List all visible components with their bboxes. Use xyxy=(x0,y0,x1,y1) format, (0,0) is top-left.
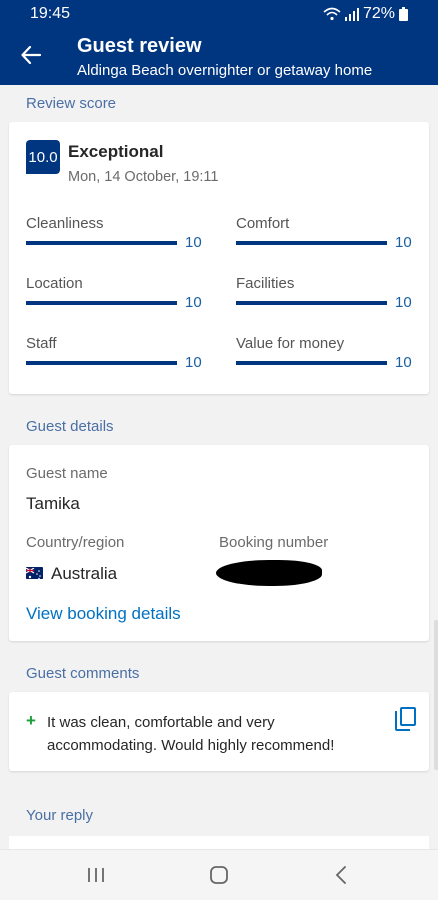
score-badge: 10.0 xyxy=(26,140,60,174)
home-button[interactable] xyxy=(204,863,234,887)
signal-icon xyxy=(344,7,359,21)
your-reply-heading: Your reply xyxy=(26,807,93,824)
metric-value: 10 xyxy=(185,294,202,311)
edge-panel-handle[interactable] xyxy=(434,620,438,770)
property-name: Aldinga Beach overnighter or getaway hom… xyxy=(77,62,373,79)
metric-fill xyxy=(236,301,387,305)
metric-label: Cleanliness xyxy=(26,215,104,232)
system-back-button[interactable] xyxy=(326,863,356,887)
metric-fill xyxy=(26,301,177,305)
redacted-booking-number xyxy=(216,560,322,586)
positive-comment: It was clean, comfortable and very accom… xyxy=(47,714,335,754)
guest-details-heading: Guest details xyxy=(26,418,114,435)
guest-country: Australia xyxy=(51,564,118,583)
status-indicators: 72% xyxy=(323,5,408,23)
review-date: Mon, 14 October, 19:11 xyxy=(68,169,219,185)
back-button[interactable] xyxy=(16,40,46,70)
status-time: 19:45 xyxy=(30,5,71,22)
metric-label: Location xyxy=(26,275,83,292)
reply-card[interactable] xyxy=(9,836,429,850)
metric-fill xyxy=(26,241,177,245)
plus-icon: + xyxy=(26,711,36,730)
system-nav-bar xyxy=(0,849,438,900)
metric-value: 10 xyxy=(185,354,202,371)
battery-percent: 72% xyxy=(362,5,395,22)
metric-value: 10 xyxy=(185,234,202,251)
copy-button[interactable] xyxy=(394,706,418,732)
metric-label: Value for money xyxy=(236,335,345,352)
metric-label: Facilities xyxy=(236,275,295,292)
copy-icon xyxy=(395,707,416,731)
recent-apps-button[interactable] xyxy=(81,863,111,887)
recent-apps-icon xyxy=(88,868,104,882)
metric-bar xyxy=(26,361,177,365)
guest-details-card: Guest name Tamika Country/region Austral… xyxy=(9,445,429,641)
home-icon xyxy=(210,866,228,884)
wifi-icon xyxy=(323,7,341,21)
rating-word: Exceptional xyxy=(68,142,164,161)
page-title: Guest review xyxy=(77,35,202,57)
metric-bar xyxy=(236,361,387,365)
guest-comments-heading: Guest comments xyxy=(26,665,140,682)
guest-comments-card: + It was clean, comfortable and very acc… xyxy=(9,692,429,771)
metric-value: 10 xyxy=(395,354,412,371)
status-bar: 19:45 72% xyxy=(0,0,438,26)
country-label: Country/region xyxy=(26,534,125,551)
metric-bar xyxy=(236,301,387,305)
metric-bar xyxy=(236,241,387,245)
booking-number-label: Booking number xyxy=(219,534,329,551)
metric-fill xyxy=(236,241,387,245)
review-score-card: 10.0 Exceptional Mon, 14 October, 19:11 … xyxy=(9,122,429,394)
australia-flag-icon xyxy=(26,567,43,579)
metric-bar xyxy=(26,241,177,245)
view-booking-details-link[interactable]: View booking details xyxy=(26,604,181,624)
metric-fill xyxy=(26,361,177,365)
review-score-heading: Review score xyxy=(26,95,117,112)
app-bar: Guest review Aldinga Beach overnighter o… xyxy=(0,26,438,85)
metric-label: Staff xyxy=(26,335,57,352)
metric-label: Comfort xyxy=(236,215,290,232)
metric-fill xyxy=(236,361,387,365)
guest-name-label: Guest name xyxy=(26,465,108,482)
metric-bar xyxy=(26,301,177,305)
back-icon xyxy=(335,866,346,884)
metric-value: 10 xyxy=(395,294,412,311)
guest-name: Tamika xyxy=(26,494,80,513)
back-arrow-icon xyxy=(21,46,41,64)
metric-value: 10 xyxy=(395,234,412,251)
battery-icon xyxy=(399,7,408,21)
